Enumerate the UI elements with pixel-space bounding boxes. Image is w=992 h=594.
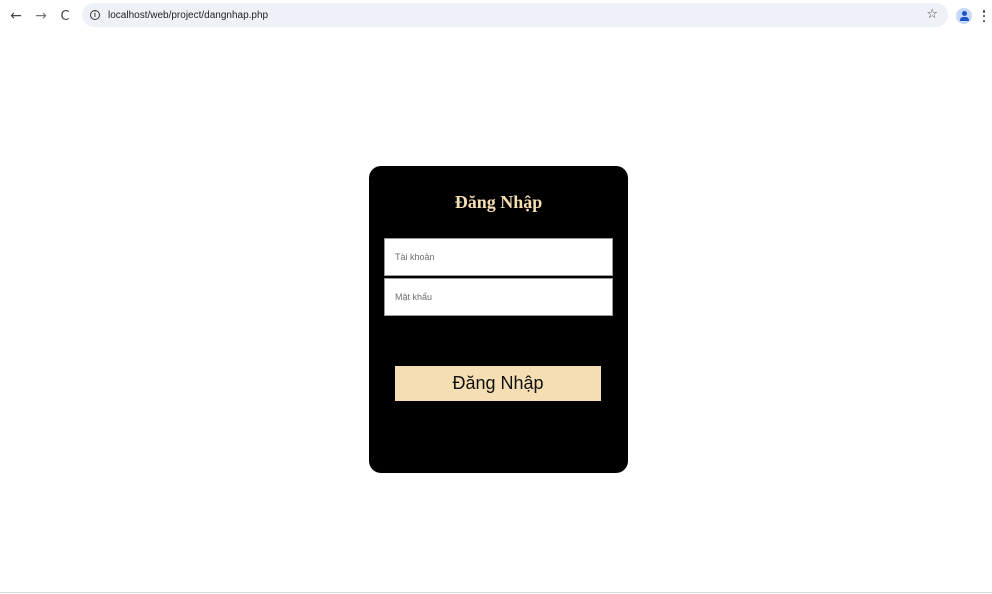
reload-icon[interactable]: C [54, 5, 76, 27]
profile-icon[interactable] [956, 8, 972, 24]
info-icon[interactable]: i [90, 10, 100, 20]
username-input[interactable] [384, 238, 613, 276]
login-card: Đăng Nhập Đăng Nhập [369, 166, 628, 473]
browser-toolbar: ← → C i localhost/web/project/dangnhap.p… [0, 0, 992, 32]
login-title: Đăng Nhập [454, 192, 543, 212]
back-icon[interactable]: ← [5, 5, 27, 27]
page-bottom-divider [0, 592, 992, 593]
url-text[interactable]: localhost/web/project/dangnhap.php [108, 10, 268, 21]
password-input[interactable] [384, 278, 613, 316]
menu-icon[interactable] [981, 8, 987, 24]
address-bar[interactable]: i localhost/web/project/dangnhap.php ☆ [82, 3, 948, 27]
bookmark-star-icon[interactable]: ☆ [926, 7, 938, 22]
forward-icon[interactable]: → [30, 5, 52, 27]
login-button[interactable]: Đăng Nhập [395, 366, 601, 401]
